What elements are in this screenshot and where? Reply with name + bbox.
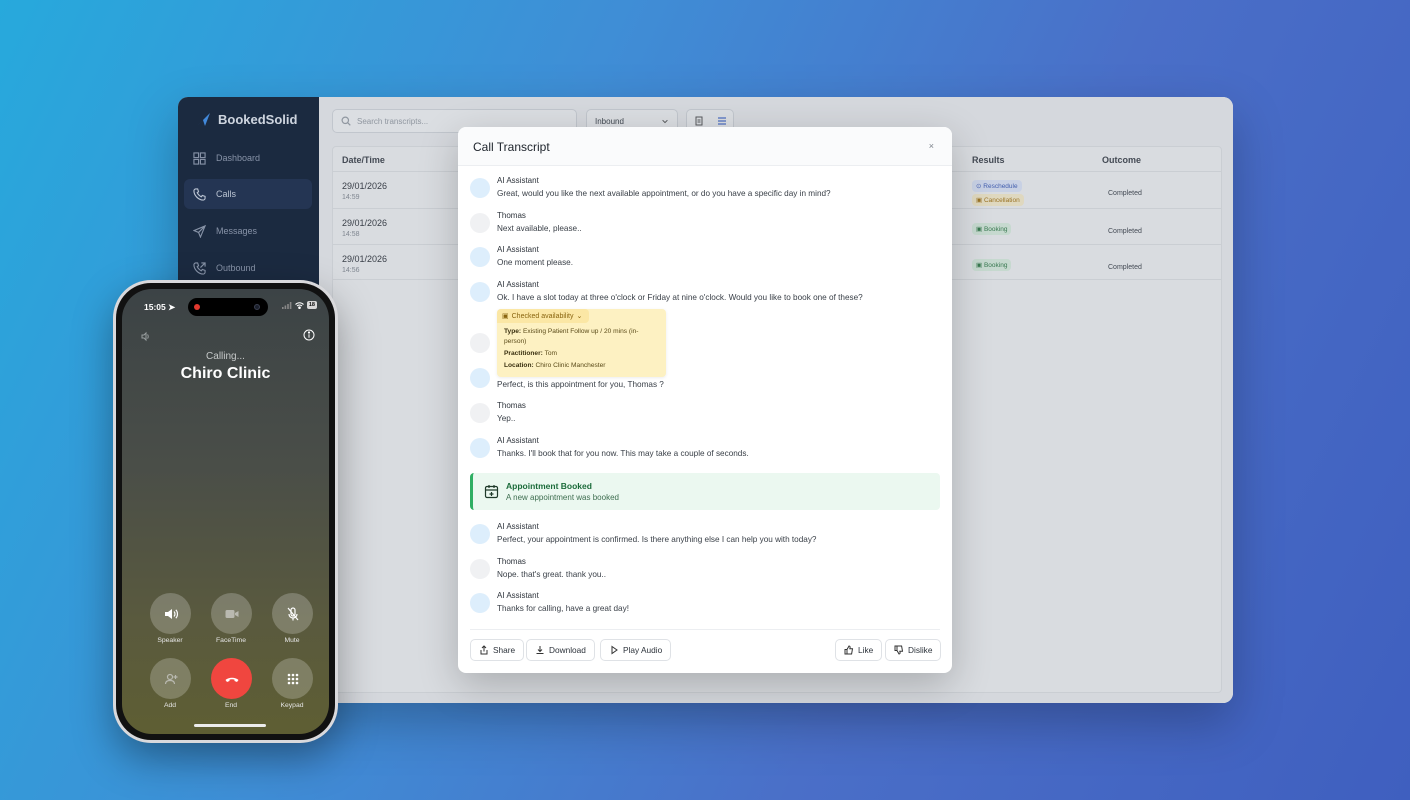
caller-name: Chiro Clinic (180, 365, 271, 382)
message-speaker: AI Assistant (497, 245, 539, 254)
message-text: Next available, please.. (497, 224, 582, 233)
message-speaker: AI Assistant (497, 176, 539, 185)
chevron-down-icon: ⌄ (576, 313, 583, 320)
tool-type-continued: person) (504, 338, 527, 345)
message-speaker: AI Assistant (497, 591, 539, 600)
status-icons: 18 (281, 301, 317, 309)
play-audio-button[interactable]: Play Audio (600, 639, 672, 661)
message-speaker: Thomas (497, 401, 526, 410)
event-title: Appointment Booked (506, 481, 592, 491)
mute-label: Mute (284, 637, 300, 644)
calendar-plus-icon (484, 485, 499, 499)
user-avatar (470, 213, 490, 233)
dislike-button[interactable]: Dislike (885, 639, 942, 661)
keypad-button[interactable] (272, 658, 313, 699)
add-person-icon (164, 673, 177, 684)
calendar-icon: ▣ (502, 313, 509, 320)
user-avatar (470, 333, 490, 353)
dislike-label: Dislike (908, 645, 933, 655)
signal-icon (281, 301, 292, 309)
message-speaker: Thomas (497, 211, 526, 220)
keypad-label: Keypad (280, 702, 304, 709)
call-transcript-modal: Call Transcript × AI Assistant Great, wo… (458, 127, 952, 673)
tool-type: Type: Existing Patient Follow up / 20 mi… (504, 328, 639, 335)
ai-avatar (470, 368, 490, 388)
speaker-button[interactable] (150, 593, 191, 634)
share-label: Share (493, 645, 516, 655)
mute-button[interactable] (272, 593, 313, 634)
download-label: Download (549, 645, 586, 655)
user-avatar (470, 403, 490, 423)
tool-location: Location: Chiro Clinic Manchester (504, 362, 606, 369)
tool-practitioner: Practitioner: Tom (504, 350, 558, 357)
download-icon (536, 646, 544, 654)
recording-indicator (194, 304, 200, 310)
ai-avatar (470, 282, 490, 302)
message-text: Nope. that's great. thank you.. (497, 570, 606, 579)
message-text: Yep.. (497, 414, 516, 423)
ai-avatar (470, 247, 490, 267)
like-label: Like (858, 645, 874, 655)
footer-divider (470, 629, 940, 630)
ai-avatar (470, 593, 490, 613)
facetime-label: FaceTime (216, 637, 246, 644)
dynamic-island (188, 298, 268, 316)
end-call-button[interactable] (211, 658, 252, 699)
message-text: Ok. I have a slot today at three o'clock… (497, 293, 863, 302)
video-camera-icon (225, 609, 238, 618)
close-icon[interactable]: × (929, 141, 934, 151)
thumbs-up-icon (844, 645, 854, 655)
checked-availability-toggle[interactable]: ▣ Checked availability ⌄ (497, 309, 589, 323)
call-status: Calling... (206, 351, 245, 362)
modal-header: Call Transcript × (458, 127, 952, 166)
like-button[interactable]: Like (835, 639, 883, 661)
share-icon (480, 645, 488, 655)
play-icon (611, 645, 618, 655)
download-button[interactable]: Download (526, 639, 595, 661)
end-label: End (224, 702, 238, 709)
phone-bezel: 15:05 ➤ 18 Calling... Chiro Clinic Speak… (116, 283, 335, 740)
checked-availability-card: ▣ Checked availability ⌄ Type: Existing … (497, 309, 666, 377)
thumbs-down-icon (894, 645, 904, 655)
location-arrow-icon: ➤ (168, 302, 176, 312)
add-call-button[interactable] (150, 658, 191, 699)
message-speaker: AI Assistant (497, 436, 539, 445)
modal-title: Call Transcript (473, 140, 550, 154)
share-button[interactable]: Share (470, 639, 525, 661)
speaker-icon (164, 608, 178, 619)
tool-call-label: Checked availability (511, 312, 574, 320)
message-text: Perfect, is this appointment for you, Th… (497, 380, 664, 389)
message-text: One moment please. (497, 258, 574, 267)
hang-up-icon (225, 677, 238, 682)
desktop-background: BookedSolid Dashboard Calls Messages Out… (0, 0, 1410, 800)
message-text: Thanks. I'll book that for you now. This… (497, 449, 749, 458)
microphone-slash-icon (287, 606, 298, 620)
play-audio-label: Play Audio (623, 645, 663, 655)
speaker-wave-icon[interactable] (140, 331, 151, 342)
facetime-button[interactable] (211, 593, 252, 634)
speaker-label: Speaker (157, 637, 183, 644)
battery-icon: 18 (306, 301, 317, 309)
phone-screen: 15:05 ➤ 18 Calling... Chiro Clinic Speak… (122, 289, 329, 734)
wifi-icon (295, 301, 304, 309)
message-speaker: AI Assistant (497, 280, 539, 289)
ai-avatar (470, 438, 490, 458)
message-text: Perfect, your appointment is confirmed. … (497, 535, 817, 544)
phone-mockup: 15:05 ➤ 18 Calling... Chiro Clinic Speak… (113, 280, 338, 743)
message-text: Great, would you like the next available… (497, 189, 831, 198)
message-text: Thanks for calling, have a great day! (497, 604, 629, 613)
keypad-icon (287, 673, 298, 684)
add-label: Add (163, 702, 177, 709)
info-icon[interactable] (303, 329, 315, 341)
message-speaker: AI Assistant (497, 522, 539, 531)
appointment-booked-event: Appointment Booked A new appointment was… (470, 473, 940, 510)
camera-icon (254, 304, 260, 310)
ai-avatar (470, 178, 490, 198)
status-time: 15:05 ➤ (144, 302, 176, 312)
ai-avatar (470, 524, 490, 544)
user-avatar (470, 559, 490, 579)
event-subtitle: A new appointment was booked (506, 493, 619, 502)
home-indicator[interactable] (194, 724, 266, 727)
message-speaker: Thomas (497, 557, 526, 566)
